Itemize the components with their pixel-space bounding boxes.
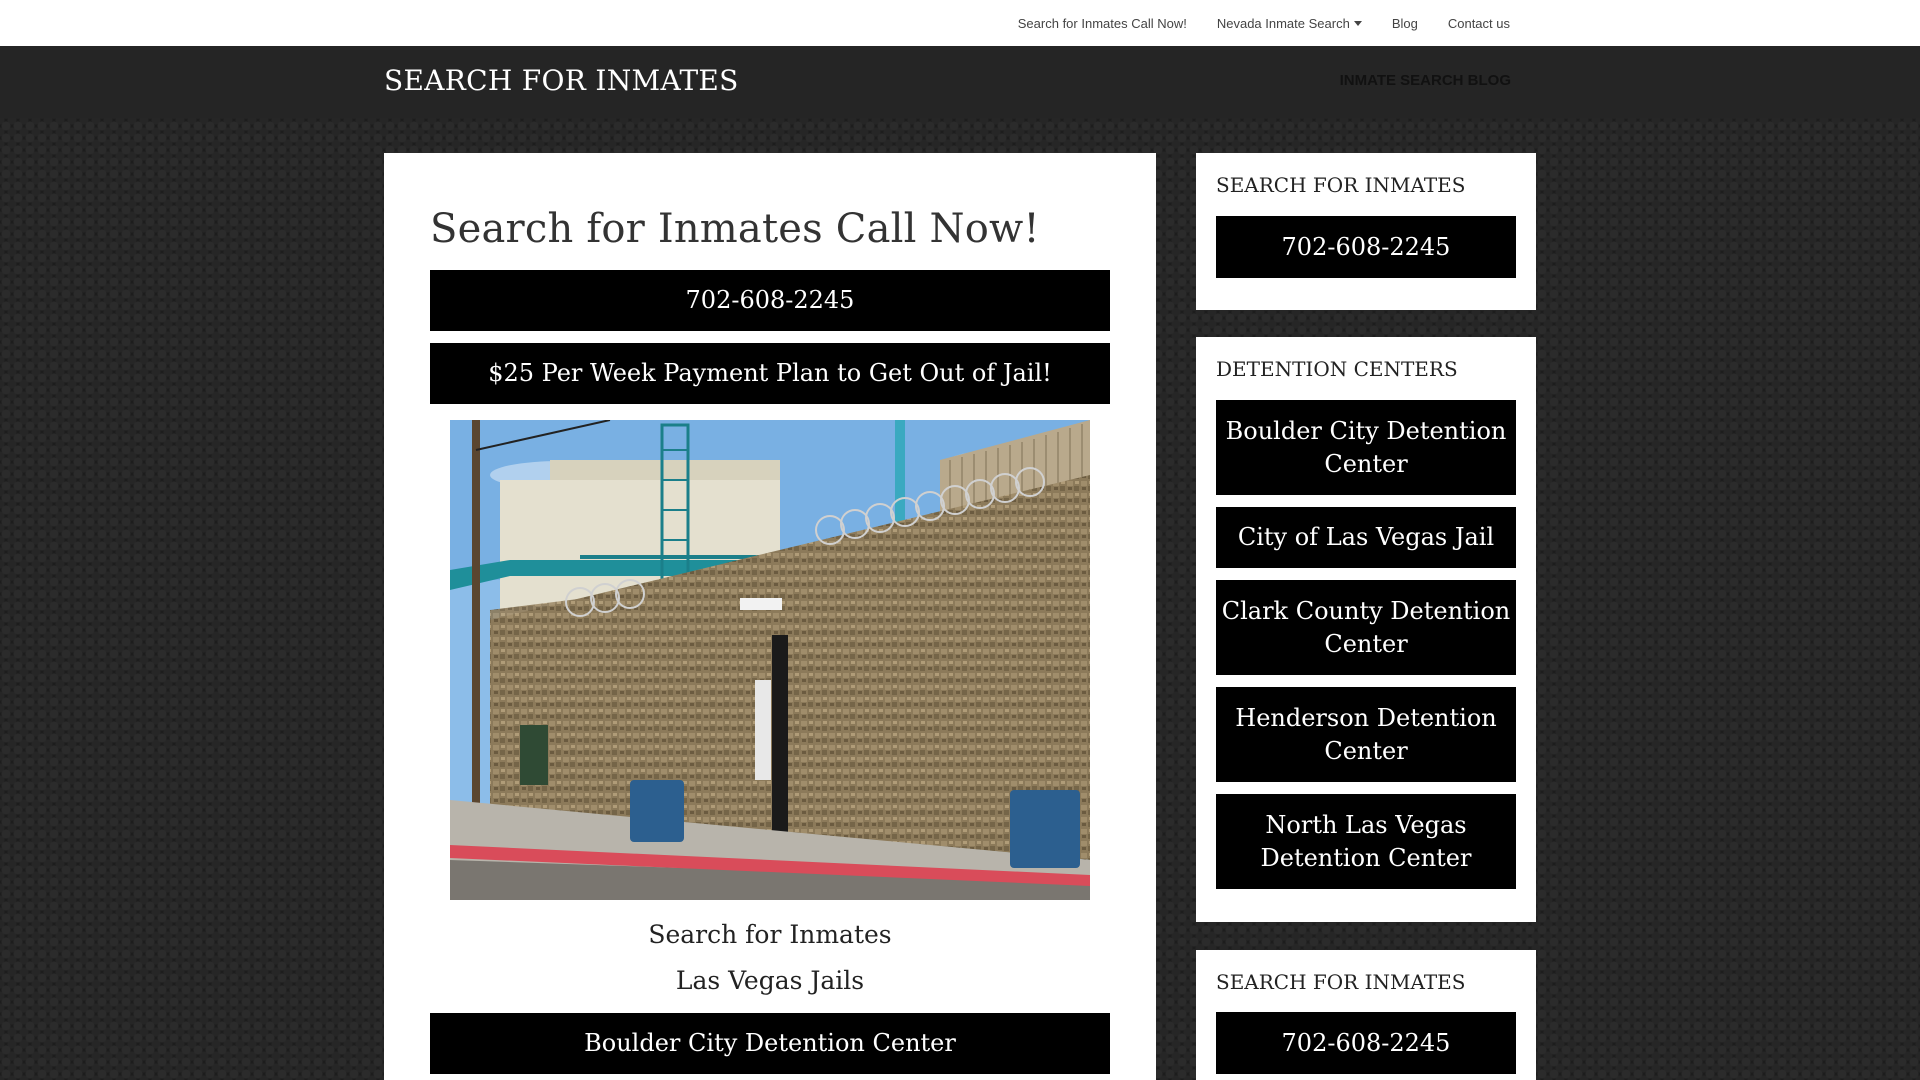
- topnav-contact-us[interactable]: Contact us: [1448, 16, 1510, 31]
- topnav-label: Contact us: [1447, 15, 1510, 31]
- main-content-card: Search for Inmates Call Now! 702-608-224…: [384, 153, 1156, 1080]
- widget-title: SEARCH FOR INMATES: [1216, 173, 1466, 197]
- caret-down-icon: [1353, 21, 1362, 26]
- topnav-label: Search for Inmates Call Now!: [1017, 15, 1187, 31]
- boulder-city-detention-center-button[interactable]: Boulder City Detention Center: [430, 1013, 1110, 1074]
- topnav-label: Blog: [1391, 15, 1418, 31]
- widget-title: SEARCH FOR INMATES: [1216, 970, 1466, 994]
- sidebar-clark-county-button[interactable]: Clark County Detention Center: [1216, 580, 1516, 675]
- site-title[interactable]: SEARCH FOR INMATES: [384, 64, 739, 97]
- widget-title: DETENTION CENTERS: [1216, 357, 1458, 381]
- payment-plan-button[interactable]: $25 Per Week Payment Plan to Get Out of …: [430, 343, 1110, 404]
- sidebar-widget-search-bottom: SEARCH FOR INMATES 702-608-2245: [1196, 950, 1536, 1080]
- sidebar-widget-search: SEARCH FOR INMATES 702-608-2245: [1196, 153, 1536, 310]
- sidebar-phone-button-bottom[interactable]: 702-608-2245: [1216, 1012, 1516, 1074]
- top-navigation: Search for Inmates Call Now! Nevada Inma…: [988, 0, 1510, 46]
- main-content: Search for Inmates Call Now! 702-608-224…: [430, 201, 1110, 1074]
- sidebar-las-vegas-jail-button[interactable]: City of Las Vegas Jail: [1216, 507, 1516, 568]
- sidebar-phone-button[interactable]: 702-608-2245: [1216, 216, 1516, 278]
- sidebar-widget-detention-centers: DETENTION CENTERS Boulder City Detention…: [1196, 337, 1536, 922]
- topnav-search-call-now[interactable]: Search for Inmates Call Now!: [1018, 16, 1187, 31]
- site-header: SEARCH FOR INMATES INMATE SEARCH BLOG: [0, 46, 1920, 118]
- topnav-label: Nevada Inmate Search: [1216, 15, 1350, 31]
- jail-photo-illustration: [450, 420, 1090, 900]
- photo-caption-las-vegas-jails: Las Vegas Jails: [675, 966, 865, 995]
- photo-caption-search-for-inmates: Search for Inmates: [648, 920, 892, 949]
- inmate-search-blog-link[interactable]: INMATE SEARCH BLOG: [1340, 72, 1511, 89]
- sidebar-henderson-button[interactable]: Henderson Detention Center: [1216, 687, 1516, 782]
- topnav-nevada-inmate-search[interactable]: Nevada Inmate Search: [1217, 16, 1362, 31]
- phone-call-button[interactable]: 702-608-2245: [430, 270, 1110, 331]
- sidebar-boulder-city-button[interactable]: Boulder City Detention Center: [1216, 400, 1516, 495]
- jail-building-photo: [450, 420, 1090, 900]
- topnav-blog[interactable]: Blog: [1392, 16, 1418, 31]
- sidebar-north-las-vegas-button[interactable]: North Las Vegas Detention Center: [1216, 794, 1516, 889]
- page-title: Search for Inmates Call Now!: [430, 206, 1040, 252]
- top-utility-bar: Search for Inmates Call Now! Nevada Inma…: [0, 0, 1920, 46]
